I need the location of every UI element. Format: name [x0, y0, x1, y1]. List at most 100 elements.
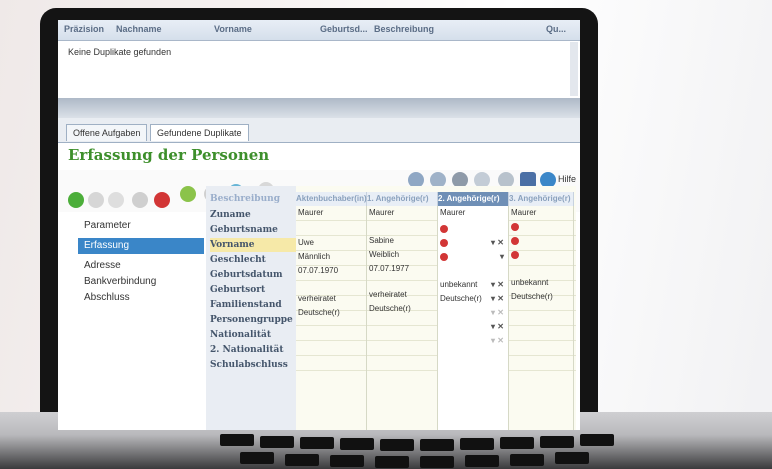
grid-cell[interactable]: unbekannt ▾ ✕: [438, 278, 506, 292]
error-icon: [511, 222, 519, 231]
keyboard-key: [580, 434, 614, 446]
tab-open-tasks[interactable]: Offene Aufgaben: [66, 124, 148, 141]
keyboard-key: [460, 438, 494, 450]
dropdown-clear-icon[interactable]: ▾ ✕: [491, 292, 504, 306]
keyboard-key: [380, 439, 414, 451]
grid-cell[interactable]: Deutsche(r): [367, 302, 411, 316]
keyboard-key: [240, 452, 274, 464]
grid-cell-error[interactable]: [509, 248, 519, 262]
column-description[interactable]: Beschreibung: [374, 24, 434, 34]
cancel-icon[interactable]: [154, 192, 170, 208]
nav-item-bankverbindung[interactable]: Bankverbindung: [78, 274, 204, 290]
column-1: Maurer Uwe Männlich 07.07.1970 verheirat…: [296, 206, 367, 430]
error-icon: [511, 250, 519, 259]
grid-cell[interactable]: Maurer: [296, 206, 323, 220]
dropdown-clear-icon[interactable]: ▾ ✕: [491, 278, 504, 292]
back-arrow-icon[interactable]: [68, 192, 84, 208]
column-lastname[interactable]: Nachname: [116, 24, 162, 34]
grid-cell[interactable]: Maurer: [438, 206, 465, 220]
add-icon[interactable]: [180, 186, 196, 202]
keyboard-key: [540, 436, 574, 448]
grid-cell[interactable]: Uwe: [296, 236, 314, 250]
row-label: Schulabschluss: [210, 360, 288, 370]
error-icon: [440, 224, 448, 233]
grid-cell[interactable]: Deutsche(r): [509, 290, 553, 304]
column-header[interactable]: 3. Angehörige(r): [509, 192, 574, 206]
dropdown-clear-icon[interactable]: ▾ ✕: [491, 320, 504, 334]
grid-cell[interactable]: Deutsche(r): [296, 306, 340, 320]
nav-item-parameter[interactable]: Parameter: [78, 218, 204, 234]
grid-cell-error[interactable]: ▾: [438, 250, 506, 264]
help-label[interactable]: Hilfe: [558, 174, 576, 184]
grid-cell[interactable]: 07.07.1970: [296, 264, 338, 278]
column-4: Maurer unbekannt Deutsche(r): [509, 206, 574, 430]
step-navigation: Parameter Erfassung Adresse Bankverbindu…: [78, 218, 208, 430]
keyboard-key: [260, 436, 294, 448]
page-title: Erfassung der Personen: [68, 146, 270, 164]
grid-cell[interactable]: Weiblich: [367, 248, 399, 262]
check-icon[interactable]: [132, 192, 148, 208]
grid-cell[interactable]: Sabine: [367, 234, 394, 248]
grid-header-label: Beschreibung: [210, 194, 280, 204]
grid-cell[interactable]: Deutsche(r) ▾ ✕: [438, 292, 506, 306]
nav-item-abschluss[interactable]: Abschluss: [78, 290, 204, 306]
tab-bar: Offene Aufgaben Gefundene Duplikate: [58, 118, 580, 143]
keyboard-key: [330, 455, 364, 467]
refresh-icon[interactable]: [108, 192, 124, 208]
grid-cell[interactable]: ▾ ✕: [438, 306, 506, 320]
dropdown-clear-icon[interactable]: ▾ ✕: [491, 334, 504, 348]
forward-arrow-icon[interactable]: [88, 192, 104, 208]
column-precision[interactable]: Präzision: [64, 24, 104, 34]
dropdown-clear-icon[interactable]: ▾ ✕: [491, 236, 504, 250]
grid-cell-error[interactable]: ▾ ✕: [438, 236, 506, 250]
duplicates-scrollbar[interactable]: [570, 42, 578, 96]
dropdown-clear-icon[interactable]: ▾ ✕: [491, 306, 504, 320]
grid-cell[interactable]: ▾ ✕: [438, 334, 506, 348]
grid-cell[interactable]: verheiratet: [367, 288, 407, 302]
error-icon: [440, 252, 448, 261]
grid-cell[interactable]: verheiratet: [296, 292, 336, 306]
nav-item-adresse[interactable]: Adresse: [78, 258, 204, 274]
keyboard-key: [340, 438, 374, 450]
grid-cell-error[interactable]: [438, 222, 448, 236]
grid-cell[interactable]: Männlich: [296, 250, 330, 264]
column-firstname[interactable]: Vorname: [214, 24, 252, 34]
column-header-selected[interactable]: 2. Angehörige(r): [438, 192, 509, 206]
column-2: Maurer Sabine Weiblich 07.07.1977 verhei…: [367, 206, 438, 430]
row-label: Geburtsort: [210, 285, 266, 295]
row-label: Nationalität: [210, 330, 271, 340]
row-label: Geschlecht: [210, 255, 266, 265]
grid-cell-error[interactable]: [509, 234, 519, 248]
grid-cell[interactable]: unbekannt: [509, 276, 548, 290]
column-header[interactable]: Aktenbuchaber(in): [296, 192, 367, 206]
row-label-selected: Vorname: [210, 238, 296, 252]
tab-found-duplicates[interactable]: Gefundene Duplikate: [150, 124, 249, 141]
splitter-band[interactable]: [58, 98, 580, 118]
error-icon: [511, 236, 519, 245]
column-header[interactable]: 1. Angehörige(r): [367, 192, 438, 206]
keyboard-key: [465, 455, 499, 467]
column-qu[interactable]: Qu...: [546, 24, 566, 34]
grid-cell[interactable]: Maurer: [367, 206, 394, 220]
nav-item-erfassung[interactable]: Erfassung: [78, 238, 204, 254]
grid-cell[interactable]: ▾ ✕: [438, 320, 506, 334]
keyboard-key: [285, 454, 319, 466]
keyboard-key: [220, 434, 254, 446]
grid-cell-error[interactable]: [509, 220, 519, 234]
row-label: Familienstand: [210, 300, 282, 310]
grid-cell[interactable]: Maurer: [509, 206, 536, 220]
application-window: Präzision Nachname Vorname Geburtsd... B…: [58, 20, 580, 430]
row-label: Personengruppe: [210, 315, 293, 325]
person-grid: Beschreibung Zuname Geburtsname Vorname …: [206, 186, 576, 430]
column-3: Maurer ▾ ✕ ▾ unbekannt ▾ ✕ Deutsche(r) ▾ ✕…: [438, 206, 509, 430]
row-label: Geburtsdatum: [210, 270, 283, 280]
column-birthdate[interactable]: Geburtsd...: [320, 24, 368, 34]
keyboard-key: [510, 454, 544, 466]
error-icon: [440, 238, 448, 247]
keyboard-key: [420, 456, 454, 468]
dropdown-icon[interactable]: ▾: [500, 250, 504, 264]
no-duplicates-message: Keine Duplikate gefunden: [68, 47, 172, 57]
grid-cell[interactable]: 07.07.1977: [367, 262, 409, 276]
keyboard-key: [555, 452, 589, 464]
keyboard-key: [375, 456, 409, 468]
